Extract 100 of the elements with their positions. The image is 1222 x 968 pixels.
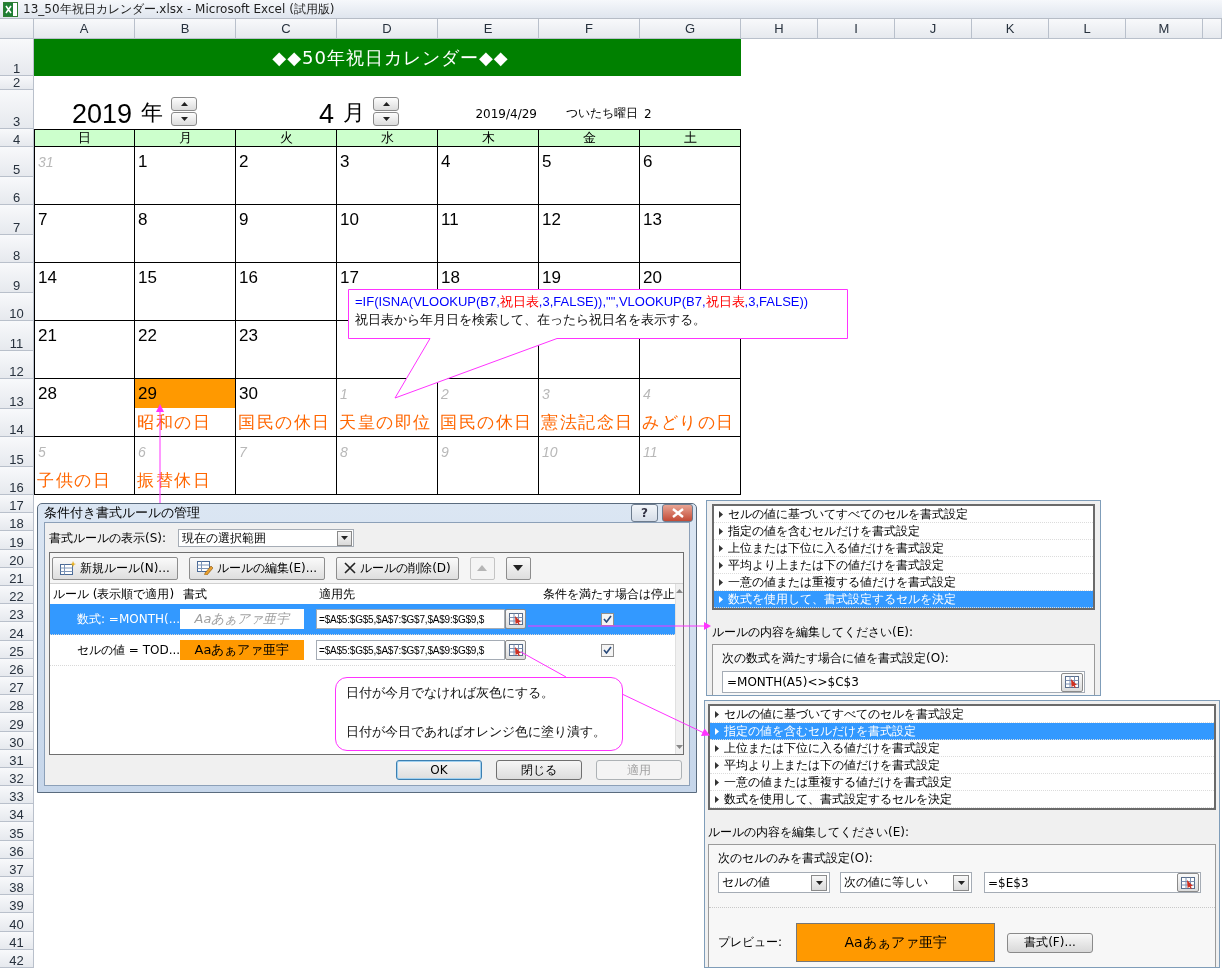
date-number: 21 xyxy=(38,325,57,346)
row-header[interactable]: 19 xyxy=(0,531,34,550)
dropdown-button[interactable] xyxy=(337,530,353,546)
delete-rule-button[interactable]: ルールの削除(D) xyxy=(336,556,459,580)
range-select-button[interactable] xyxy=(505,609,526,629)
checkbox[interactable] xyxy=(601,612,614,626)
operand-dropdown[interactable]: セルの値 xyxy=(718,872,830,893)
rule-row[interactable]: 数式: =MONTH(... Aaあぁアァ亜宇 =$A$5:$G$5,$A$7:$G$7,$A$9:$G$9,$ xyxy=(50,604,675,635)
new-rule-button[interactable]: 新規ルール(N)... xyxy=(52,556,178,580)
weekday-header: 金 xyxy=(539,129,640,147)
triangle-bullet-icon xyxy=(719,544,723,552)
row-header[interactable]: 4 xyxy=(0,129,34,147)
dialog-button[interactable]: 閉じる xyxy=(496,760,582,780)
first-weekday-label: ついたち曜日 xyxy=(565,105,638,121)
column-header[interactable]: H xyxy=(741,19,818,39)
dropdown-button[interactable] xyxy=(811,874,827,891)
spin-down-button[interactable] xyxy=(373,112,399,126)
row-header[interactable]: 16 xyxy=(0,467,34,495)
weekday-header: 火 xyxy=(236,129,337,147)
row-header[interactable]: 1 xyxy=(0,39,34,76)
row-header[interactable]: 34 xyxy=(0,804,34,823)
date-number: 9 xyxy=(239,209,249,230)
row-header[interactable]: 3 xyxy=(0,90,34,129)
caret-down-icon xyxy=(957,880,965,885)
column-header[interactable]: L xyxy=(1049,19,1126,39)
rule-type-item[interactable]: 平均より上または下の値だけを書式設定 xyxy=(710,757,1214,774)
scrollbar[interactable] xyxy=(675,584,683,754)
applies-to-field[interactable]: =$A$5:$G$5,$A$7:$G$7,$A$9:$G$9,$ xyxy=(316,640,505,660)
dropdown-button[interactable] xyxy=(953,874,969,891)
rule-type-item[interactable]: セルの値に基づいてすべてのセルを書式設定 xyxy=(714,506,1093,523)
row-header[interactable]: 9 xyxy=(0,263,34,293)
range-select-button[interactable] xyxy=(1061,672,1083,692)
rule-type-item[interactable]: 上位または下位に入る値だけを書式設定 xyxy=(714,540,1093,557)
check-icon xyxy=(603,646,612,654)
row-header[interactable]: 33 xyxy=(0,786,34,805)
column-header[interactable]: F xyxy=(539,19,640,39)
checkbox[interactable] xyxy=(601,643,614,657)
row-header[interactable]: 13 xyxy=(0,379,34,409)
row-header[interactable]: 7 xyxy=(0,205,34,235)
applies-to-field[interactable]: =$A$5:$G$5,$A$7:$G$7,$A$9:$G$9,$ xyxy=(316,609,505,629)
column-header[interactable]: B xyxy=(135,19,236,39)
scope-dropdown[interactable]: 現在の選択範囲 xyxy=(178,529,355,547)
date-number: 4 xyxy=(441,151,451,172)
rule-type-item[interactable]: 指定の値を含むセルだけを書式設定 xyxy=(714,523,1093,540)
triangle-up-icon xyxy=(477,565,488,571)
format-button[interactable]: 書式(F)... xyxy=(1007,932,1094,953)
title-banner: ◆◆50年祝日カレンダー◆◆ xyxy=(34,39,741,76)
spin-up-button[interactable] xyxy=(171,97,197,111)
row-header[interactable]: 17 xyxy=(0,495,34,514)
spin-up-button[interactable] xyxy=(373,97,399,111)
row-header[interactable]: 14 xyxy=(0,409,34,437)
range-select-button[interactable] xyxy=(1177,873,1199,892)
row-header[interactable]: 24 xyxy=(0,622,34,641)
range-select-button[interactable] xyxy=(505,640,526,660)
column-header[interactable]: G xyxy=(640,19,741,39)
column-header[interactable]: D xyxy=(337,19,438,39)
row-header[interactable]: 11 xyxy=(0,321,34,351)
column-header[interactable]: M xyxy=(1126,19,1203,39)
rule-type-item[interactable]: 上位または下位に入る値だけを書式設定 xyxy=(710,740,1214,757)
rule-type-item[interactable]: 平均より上または下の値だけを書式設定 xyxy=(714,557,1093,574)
move-down-button[interactable] xyxy=(505,556,531,580)
row-header[interactable]: 35 xyxy=(0,822,34,841)
row-header[interactable]: 12 xyxy=(0,351,34,379)
row-header[interactable]: 10 xyxy=(0,293,34,321)
rule-type-item[interactable]: 数式を使用して、書式設定するセルを決定 xyxy=(710,791,1214,808)
spin-down-button[interactable] xyxy=(171,112,197,126)
rule-type-item[interactable]: 一意の値または重複する値だけを書式設定 xyxy=(710,774,1214,791)
weekday-header: 月 xyxy=(135,129,236,147)
column-header[interactable]: I xyxy=(818,19,895,39)
row-header[interactable]: 5 xyxy=(0,147,34,177)
row-header[interactable]: 8 xyxy=(0,235,34,263)
row-header[interactable]: 39 xyxy=(0,895,34,914)
row-header[interactable]: 38 xyxy=(0,877,34,896)
operator-dropdown[interactable]: 次の値に等しい xyxy=(840,872,972,893)
value-field[interactable]: =$E$3 xyxy=(984,872,1201,893)
formula-field[interactable]: =MONTH(A5)<>$C$3 xyxy=(722,671,1085,693)
row-header[interactable]: 15 xyxy=(0,437,34,467)
column-header[interactable]: K xyxy=(972,19,1049,39)
first-weekday-value: 2 xyxy=(643,105,652,121)
column-header[interactable]: J xyxy=(895,19,972,39)
edit-rule-button[interactable]: ルールの編集(E)... xyxy=(188,556,326,580)
row-header[interactable]: 28 xyxy=(0,695,34,714)
row-header[interactable]: 29 xyxy=(0,713,34,732)
row-header[interactable]: 2 xyxy=(0,76,34,90)
column-header[interactable]: E xyxy=(438,19,539,39)
spreadsheet-icon xyxy=(3,1,18,17)
rule-row[interactable]: セルの値 = TOD... Aaあぁアァ亜宇 =$A$5:$G$5,$A$7:$G$7,$A$9:$G$9,$ xyxy=(50,635,675,666)
row-header[interactable]: 6 xyxy=(0,177,34,205)
grid-arrow-icon xyxy=(508,613,523,625)
field-label: 次の数式を満たす場合に値を書式設定(O): xyxy=(722,650,950,667)
row-header[interactable]: 18 xyxy=(0,513,34,532)
grid-arrow-icon xyxy=(1065,676,1079,688)
row-header[interactable]: 23 xyxy=(0,604,34,623)
dialog-button[interactable]: OK xyxy=(396,760,482,780)
close-button[interactable] xyxy=(662,504,693,522)
help-button[interactable]: ? xyxy=(631,504,658,522)
column-header[interactable]: A xyxy=(34,19,135,39)
field-label: ルールの内容を編集してください(E): xyxy=(712,624,914,641)
row-header[interactable]: 40 xyxy=(0,913,34,932)
column-header[interactable]: C xyxy=(236,19,337,39)
